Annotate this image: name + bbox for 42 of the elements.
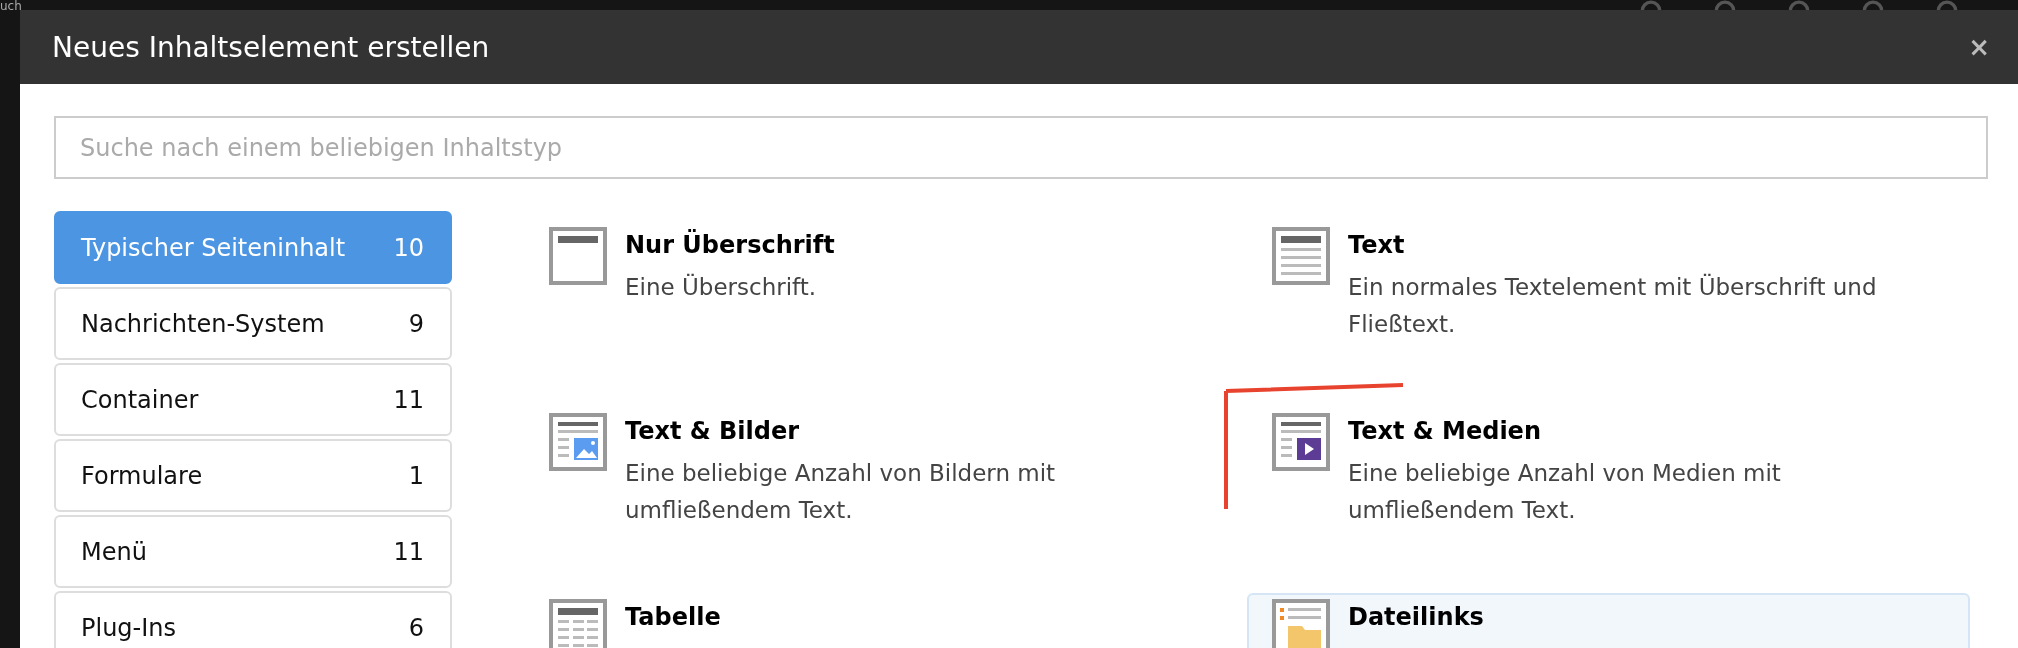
- category-tab[interactable]: Formulare 1: [54, 439, 452, 512]
- element-description: Eine beliebige Anzahl von Bildern mit umfließendem Text.: [625, 459, 1057, 525]
- search-field[interactable]: Suche nach einem beliebigen Inhaltstyp: [54, 116, 1988, 179]
- category-label: Typischer Seiteninhalt: [81, 233, 346, 262]
- category-label: Formulare: [81, 461, 203, 490]
- category-count: 1: [408, 461, 424, 490]
- element-item[interactable]: Text Ein normales Textelement mit Überschrift und Fließtext.: [1247, 221, 1970, 407]
- category-count: 11: [393, 537, 424, 566]
- category-tab[interactable]: Menü 11: [54, 515, 452, 588]
- element-title: Text: [1348, 231, 1406, 259]
- element-title: Dateilinks: [1348, 603, 1484, 631]
- element-item[interactable]: Nur Überschrift Eine Überschrift.: [524, 221, 1247, 407]
- element-description: Eine beliebige Anzahl von Medien mit umfließendem Text.: [1348, 459, 1782, 525]
- element-item[interactable]: Tabelle: [524, 593, 1247, 648]
- element-description: Eine Überschrift.: [625, 272, 818, 302]
- element-item[interactable]: Dateilinks: [1247, 593, 1970, 648]
- element-description: Ein normales Textelement mit Überschrift und Fließtext.: [1348, 272, 1878, 339]
- category-count: 11: [393, 385, 424, 414]
- text-video-icon: [1272, 413, 1330, 471]
- category-label: Nachrichten-System: [81, 309, 325, 338]
- dialog-title: Neues Inhaltselement erstellen: [52, 30, 490, 64]
- text-image-icon: [549, 413, 607, 471]
- text-document-icon: [1272, 227, 1330, 285]
- element-title: Text & Bilder: [625, 417, 801, 445]
- backdrop-text: uch: [0, 0, 22, 12]
- element-item[interactable]: Text & Medien Eine beliebige Anzahl von Medien mit umfließendem Text.: [1247, 407, 1970, 593]
- element-title: Nur Überschrift: [625, 231, 836, 259]
- element-title: Tabelle: [625, 603, 721, 631]
- category-tab[interactable]: Nachrichten-System 9: [54, 287, 452, 360]
- heading-icon: [549, 227, 607, 285]
- close-button[interactable]: ×: [1960, 32, 1998, 62]
- category-count: 9: [408, 309, 424, 338]
- element-item[interactable]: Text & Bilder Eine beliebige Anzahl von Bildern mit umfließendem Text.: [524, 407, 1247, 593]
- category-label: Menü: [81, 537, 147, 566]
- category-label: Container: [81, 385, 199, 414]
- category-count: 6: [408, 613, 424, 642]
- category-count: 10: [393, 233, 424, 262]
- element-title: Text & Medien: [1348, 417, 1542, 445]
- category-label: Plug-Ins: [81, 613, 177, 642]
- category-tab[interactable]: Plug-Ins 6: [54, 591, 452, 648]
- file-folder-icon: [1272, 599, 1330, 648]
- category-tab[interactable]: Container 11: [54, 363, 452, 436]
